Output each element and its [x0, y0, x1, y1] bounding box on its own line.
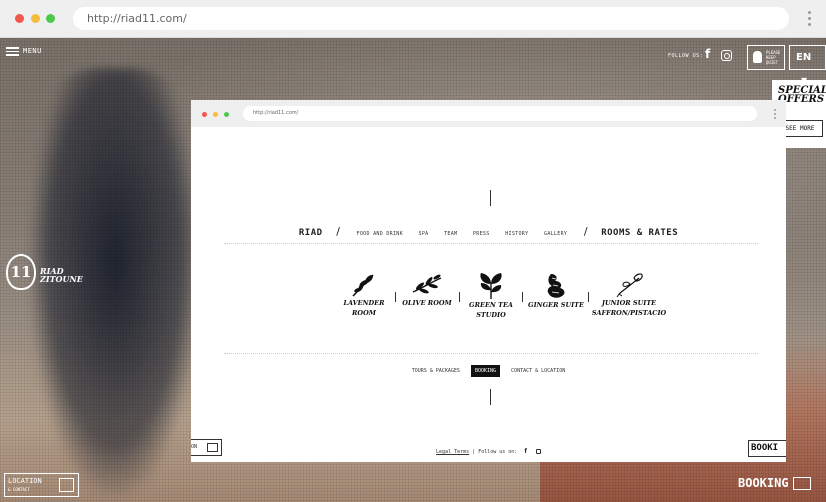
saffron-icon: [616, 273, 643, 298]
popup-menu-icon[interactable]: [774, 109, 776, 121]
tea-leaf-icon: [480, 273, 502, 299]
minimize-window-button[interactable]: [31, 14, 40, 23]
room-separator: [522, 292, 523, 302]
room-olive[interactable]: OLIVE ROOM: [398, 272, 456, 309]
language-select[interactable]: EN ▼: [789, 45, 826, 85]
nav-rooms-rates[interactable]: ROOMS & RATES: [601, 228, 678, 238]
room-label-line-1: OLIVE ROOM: [402, 299, 452, 307]
popup-address-bar[interactable]: http://riad11.com/: [243, 106, 757, 121]
room-lavender[interactable]: LAVENDER ROOM: [336, 272, 392, 318]
room-green-tea[interactable]: GREEN TEA STUDIO: [462, 272, 520, 320]
keep-quiet-button[interactable]: PLEASE KEEP QUIET: [747, 45, 785, 70]
nav-tours-packages[interactable]: TOURS & PACKAGES: [408, 365, 464, 377]
location-button[interactable]: LOCATION & CONTACT: [4, 473, 79, 497]
book-icon: [792, 476, 811, 490]
menu-button[interactable]: MENU: [6, 45, 42, 58]
nav-team[interactable]: TEAM: [444, 231, 457, 237]
popup-minimize-button[interactable]: [213, 112, 218, 117]
nav-separator: /: [336, 225, 340, 238]
nav-booking[interactable]: BOOKING: [470, 365, 501, 377]
menu-popup-window: http://riad11.com/ RIAD / FOOD AND DRINK…: [191, 100, 786, 462]
browser-menu-icon[interactable]: [808, 11, 811, 27]
logo-emblem: 11: [6, 254, 36, 290]
facebook-icon[interactable]: f: [524, 448, 527, 455]
room-ginger[interactable]: GINGER SUITE: [525, 272, 587, 311]
location-label: LOCATION: [8, 477, 42, 485]
instagram-icon[interactable]: [535, 449, 541, 454]
facebook-icon[interactable]: f: [705, 47, 710, 61]
popup-close-button[interactable]: [202, 112, 207, 117]
hand-icon: [753, 51, 762, 63]
maximize-window-button[interactable]: [46, 14, 55, 23]
map-icon: [59, 478, 74, 492]
logo-text: RIAD ZITOUNE: [40, 267, 83, 283]
top-divider-line: [490, 190, 491, 206]
room-junior-suite[interactable]: JUNIOR SUITE SAFFRON/PISTACIO: [591, 272, 667, 318]
room-label-line-2: SAFFRON/PISTACIO: [591, 309, 667, 317]
room-label-line-1: GREEN TEA: [469, 301, 513, 309]
site-logo[interactable]: 11 RIAD ZITOUNE: [6, 254, 83, 290]
divider: [224, 243, 758, 244]
room-separator: [588, 292, 589, 302]
secondary-nav: TOURS & PACKAGES BOOKING CONTACT & LOCAT…: [191, 365, 786, 377]
logo-text-line-2: ZITOUNE: [40, 274, 83, 284]
language-value: EN: [796, 52, 812, 63]
location-sub-label: & CONTACT: [8, 487, 30, 492]
lavender-icon: [352, 274, 374, 297]
nav-contact-location[interactable]: CONTACT & LOCATION: [507, 365, 569, 377]
popup-booking-button[interactable]: BOOKI: [748, 440, 786, 457]
close-window-button[interactable]: [15, 14, 24, 23]
legal-terms-link[interactable]: Legal Terms: [436, 449, 469, 455]
nav-riad[interactable]: RIAD: [299, 228, 323, 238]
room-separator: [395, 292, 396, 302]
nav-history[interactable]: HISTORY: [505, 231, 528, 237]
browser-toolbar: http://riad11.com/: [0, 0, 826, 38]
keep-quiet-label: PLEASE KEEP QUIET: [766, 50, 781, 65]
follow-label: FOLLOW US:: [668, 53, 704, 59]
popup-toolbar: http://riad11.com/: [191, 100, 786, 127]
popup-maximize-button[interactable]: [224, 112, 229, 117]
nav-gallery[interactable]: GALLERY: [544, 231, 567, 237]
rooms-list: LAVENDER ROOM OLIVE ROOM GREEN TEA STUDI…: [336, 272, 666, 322]
main-nav: RIAD / FOOD AND DRINK SPA TEAM PRESS HIS…: [191, 220, 786, 239]
ginger-icon: [547, 274, 565, 298]
nav-separator: /: [583, 225, 588, 238]
room-label-line-2: ROOM: [352, 309, 376, 317]
room-label-line-1: LAVENDER: [343, 299, 385, 307]
nav-press[interactable]: PRESS: [473, 231, 490, 237]
booking-label: BOOKING: [738, 476, 789, 490]
divider: [224, 353, 758, 354]
room-separator: [459, 292, 460, 302]
bottom-divider-line: [490, 389, 491, 405]
booking-button[interactable]: BOOKING: [738, 476, 811, 490]
room-label-line-1: JUNIOR SUITE: [601, 299, 657, 307]
menu-label: MENU: [23, 47, 42, 56]
room-label-line-2: STUDIO: [476, 311, 506, 319]
room-label-line-1: GINGER SUITE: [528, 301, 584, 309]
follow-us-label: Follow us on:: [478, 449, 518, 455]
address-bar[interactable]: http://riad11.com/: [73, 7, 789, 30]
instagram-icon[interactable]: [721, 50, 732, 61]
nav-spa[interactable]: SPA: [419, 231, 429, 237]
olive-branch-icon: [412, 274, 442, 294]
nav-food-and-drink[interactable]: FOOD AND DRINK: [357, 231, 403, 237]
popup-footer: Legal Terms | Follow us on: f: [191, 448, 786, 455]
hamburger-icon: [6, 45, 19, 58]
